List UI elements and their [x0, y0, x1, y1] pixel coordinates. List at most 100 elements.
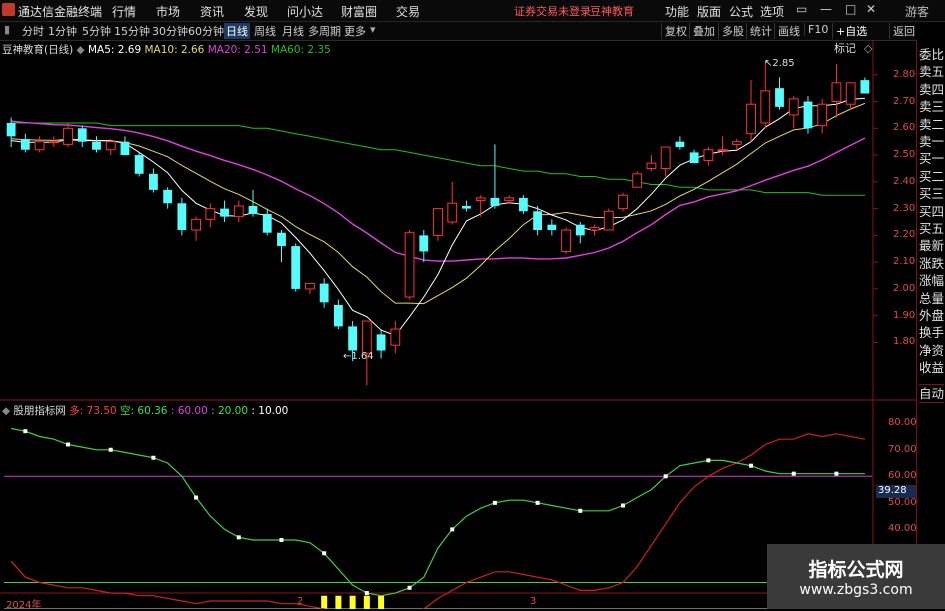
candle-down	[291, 246, 301, 289]
btn-huaxian[interactable]: 画线	[774, 23, 800, 39]
tab-fenshi[interactable]: 分时	[22, 23, 44, 39]
quote-field-label[interactable]: 外盘	[919, 307, 944, 324]
duo-marker	[663, 474, 668, 479]
tab-monthly[interactable]: 月线	[282, 23, 304, 39]
btn-tongji[interactable]: 统计	[746, 23, 772, 39]
menu-gongneng[interactable]: 功能	[665, 3, 689, 20]
kline-chart[interactable]	[0, 40, 916, 609]
duo-marker	[620, 503, 625, 508]
quote-field-label[interactable]: 买二	[919, 168, 944, 185]
menu-caifuquan[interactable]: 财富圈	[341, 3, 377, 20]
user-guest[interactable]: 游客	[905, 3, 929, 20]
candle-up	[845, 82, 856, 105]
btn-fuquan[interactable]: 复权	[661, 23, 687, 39]
menu-shichang[interactable]: 市场	[156, 3, 180, 20]
quote-field-label[interactable]: 卖五	[919, 63, 944, 80]
tab-weekly[interactable]: 周线	[254, 23, 276, 39]
maximize-icon[interactable]: □	[845, 2, 856, 16]
quote-side-panel: 委比 卖五 卖四 卖三 卖二 卖一 买一 买二 买三 买四 买五 最新 涨跌 涨幅 总量 外盘 换手 净资 收益自动	[916, 40, 945, 609]
candle-down	[333, 304, 343, 327]
menu-jiaoyi[interactable]: 交易	[396, 3, 420, 20]
menu-xuanxiang[interactable]: 选项	[760, 3, 784, 20]
tab-more[interactable]: 更多	[344, 23, 366, 39]
menu-faxian[interactable]: 发现	[244, 3, 268, 20]
quote-field-label[interactable]: 买三	[919, 185, 944, 202]
brand-link[interactable]: 豆神教育	[590, 3, 634, 19]
btn-duogu[interactable]: 多股	[718, 23, 744, 39]
tab-5min[interactable]: 5分钟	[82, 23, 111, 39]
btn-f10[interactable]: F10	[804, 23, 828, 36]
price-tick-label: 2.40	[893, 175, 916, 187]
duo-marker	[578, 508, 583, 513]
quote-field-label[interactable]: 卖二	[919, 116, 944, 133]
close-icon[interactable]: ✕	[866, 2, 876, 16]
restore-icon[interactable]: ▭	[796, 2, 807, 16]
btn-diejia[interactable]: 叠加	[689, 23, 715, 39]
candle-down	[376, 334, 386, 351]
candle-up	[731, 141, 742, 145]
quote-field-label[interactable]: 买四	[919, 203, 944, 220]
quote-field-label[interactable]: 卖一	[919, 133, 944, 150]
auto-toggle-button[interactable]: 自动	[919, 384, 945, 404]
menu-banmian[interactable]: 版面	[697, 3, 721, 20]
candle-up	[390, 328, 401, 346]
quote-field-label[interactable]: 卖四	[919, 81, 944, 98]
duo-line	[10, 427, 865, 597]
candle-up	[717, 149, 728, 152]
quote-field-label[interactable]: 买五	[919, 220, 944, 237]
quote-field-label[interactable]: 卖三	[919, 98, 944, 115]
duo-marker	[66, 442, 71, 447]
tab-30min[interactable]: 30分钟	[152, 23, 188, 39]
candle-down	[177, 203, 187, 231]
candle-up	[191, 218, 202, 231]
quote-field-label[interactable]: 委比	[919, 46, 944, 63]
candle-down	[675, 141, 685, 148]
candle-down	[277, 232, 286, 247]
duo-marker	[834, 471, 839, 476]
login-notice[interactable]: 证券交易未登录	[514, 3, 591, 19]
more-chevron-icon[interactable]: ▾	[370, 23, 376, 36]
duo-marker	[749, 463, 754, 468]
menu-hangqing[interactable]: 行情	[112, 3, 136, 20]
quote-field-label[interactable]: 总量	[919, 290, 944, 307]
candle-down	[6, 122, 16, 137]
tab-daily[interactable]: 日线	[224, 23, 250, 39]
menu-zixun[interactable]: 资讯	[200, 3, 224, 20]
price-tick-label: 2.30	[893, 202, 916, 214]
candle-up	[788, 98, 799, 116]
high-price-label: ↖2.85	[764, 58, 795, 69]
quote-field-label[interactable]: 涨跌	[919, 255, 944, 272]
price-tick-label: 1.90	[893, 309, 916, 321]
menu-wenxiaoda[interactable]: 问小达	[287, 3, 323, 20]
quote-field-label[interactable]: 净资	[919, 342, 944, 359]
tab-multi-period[interactable]: 多周期	[308, 23, 341, 39]
candle-up	[504, 197, 515, 202]
candle-down	[462, 205, 471, 209]
duo-marker	[194, 495, 199, 500]
menu-gongshi[interactable]: 公式	[729, 3, 753, 20]
candle-up	[433, 208, 443, 236]
candle-down	[518, 197, 528, 212]
candle-up	[105, 141, 116, 151]
tab-60min[interactable]: 60分钟	[188, 23, 224, 39]
candle-down	[575, 224, 585, 236]
tab-15min[interactable]: 15分钟	[114, 23, 150, 39]
btn-back[interactable]: 返回	[889, 23, 915, 39]
candle-down	[134, 155, 144, 174]
candle-down	[120, 141, 130, 156]
minimize-icon[interactable]: —	[820, 2, 832, 16]
quote-field-label[interactable]: 换手	[919, 324, 944, 341]
quote-field-label[interactable]: 最新	[919, 237, 944, 254]
tab-1min[interactable]: 1分钟	[48, 23, 77, 39]
duo-marker	[706, 458, 711, 463]
price-tick-label: 2.00	[893, 282, 916, 294]
btn-add-favorite[interactable]: +自选	[832, 23, 867, 39]
duo-marker	[279, 538, 284, 542]
candle-down	[533, 211, 543, 231]
quote-field-label[interactable]: 买一	[919, 150, 944, 167]
candle-up	[603, 210, 614, 231]
quote-field-label[interactable]: 涨幅	[919, 272, 944, 289]
candle-up	[205, 208, 216, 220]
cursor-value-badge: 39.28	[876, 485, 916, 498]
quote-field-label[interactable]: 收益	[919, 359, 944, 376]
